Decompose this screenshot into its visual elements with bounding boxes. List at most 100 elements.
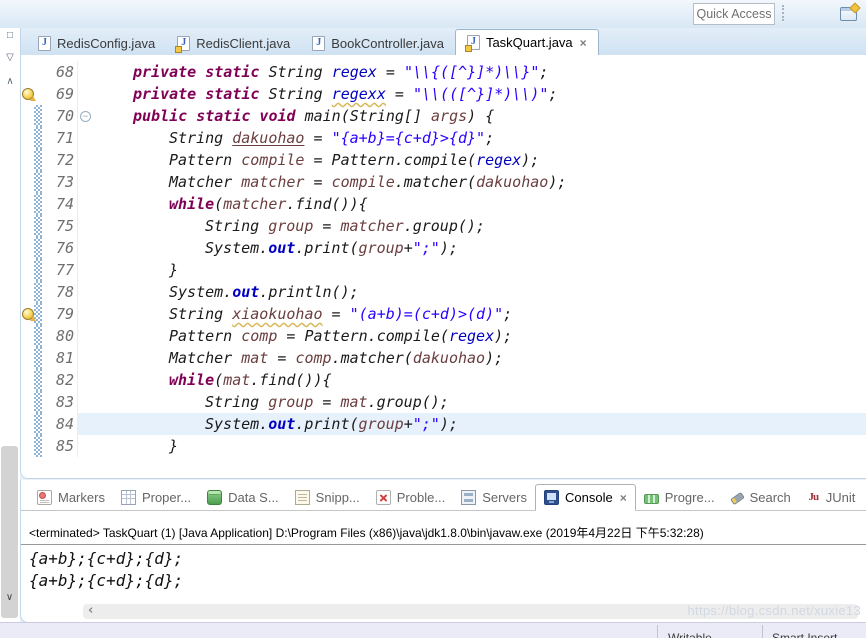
code-text: String group = matcher.group(); xyxy=(93,215,485,237)
fold-collapse-icon[interactable]: − xyxy=(80,111,91,122)
code-line[interactable]: 68private static String regex = "\\{([^}… xyxy=(21,61,866,83)
warning-bulb-icon[interactable] xyxy=(22,88,34,100)
code-line[interactable]: 81Matcher mat = comp.matcher(dakuohao); xyxy=(21,347,866,369)
code-token: ); xyxy=(440,415,458,433)
scroll-down-icon[interactable]: ∨ xyxy=(1,592,18,603)
fold-column xyxy=(78,193,93,215)
line-number[interactable]: 85 xyxy=(42,435,74,457)
scroll-left-icon[interactable]: ‹ xyxy=(88,604,93,618)
data-source-icon xyxy=(207,490,222,505)
code-line[interactable]: 82while(mat.find()){ xyxy=(21,369,866,391)
editor-tab-redisconfigjava[interactable]: JRedisConfig.java xyxy=(27,32,166,55)
code-token: ); xyxy=(494,327,512,345)
status-separator xyxy=(657,625,658,638)
warning-bulb-icon[interactable] xyxy=(22,308,34,320)
fold-column xyxy=(78,83,93,105)
console-output-line: {a+b};{c+d};{d}; xyxy=(29,548,866,570)
bottom-panel: MarkersProper...Data S...Snipp...Proble.… xyxy=(20,480,866,623)
change-bar xyxy=(34,391,42,413)
code-token: "\\{([^}]*)\\}" xyxy=(404,63,539,81)
close-icon[interactable]: × xyxy=(580,37,587,49)
change-bar xyxy=(34,259,42,281)
line-number[interactable]: 81 xyxy=(42,347,74,369)
code-line[interactable]: 69 private static String regexx = "\\(([^… xyxy=(21,83,866,105)
code-line[interactable]: 83String group = mat.group(); xyxy=(21,391,866,413)
close-icon[interactable]: × xyxy=(620,492,627,504)
bottom-tab-datas[interactable]: Data S... xyxy=(199,485,287,510)
bottom-tab-servers[interactable]: Servers xyxy=(453,485,535,510)
status-smart-insert: Smart Insert xyxy=(772,631,837,638)
line-number[interactable]: 68 xyxy=(42,61,74,83)
code-line[interactable]: 78System.out.println(); xyxy=(21,281,866,303)
quick-access-box[interactable]: Quick Access xyxy=(693,3,775,25)
line-number[interactable]: 73 xyxy=(42,171,74,193)
bottom-tab-markers[interactable]: Markers xyxy=(29,485,113,510)
code-line[interactable]: 73Matcher matcher = compile.matcher(daku… xyxy=(21,171,866,193)
line-number[interactable]: 69 xyxy=(42,83,74,105)
code-line[interactable]: 84 System.out.print(group+";"); xyxy=(21,413,866,435)
code-token: System. xyxy=(169,283,232,301)
change-bar xyxy=(34,303,42,325)
code-line[interactable]: 77} xyxy=(21,259,866,281)
code-line[interactable]: 74while(matcher.find()){ xyxy=(21,193,866,215)
bottom-tab-proper[interactable]: Proper... xyxy=(113,485,199,510)
code-token: System. xyxy=(205,239,268,257)
line-number[interactable]: 83 xyxy=(42,391,74,413)
code-token: String xyxy=(169,129,232,147)
code-token: public static void xyxy=(133,107,305,125)
status-separator xyxy=(762,625,763,638)
code-line[interactable]: 79String xiaokuohao = "(a+b)=(c+d)>(d)"; xyxy=(21,303,866,325)
code-token: comp xyxy=(241,327,277,345)
line-number[interactable]: 84 xyxy=(42,413,74,435)
change-bar xyxy=(34,61,42,83)
editor-tab-bookcontrollerjava[interactable]: JBookController.java xyxy=(301,32,455,55)
bottom-tab-console[interactable]: Console× xyxy=(535,484,636,511)
line-number[interactable]: 75 xyxy=(42,215,74,237)
code-line[interactable]: 70−public static void main(String[] args… xyxy=(21,105,866,127)
gutter-annotation xyxy=(21,127,34,149)
console-output[interactable]: {a+b};{c+d};{d};{a+b};{c+d};{d}; xyxy=(21,545,866,592)
open-perspective-icon[interactable] xyxy=(840,7,857,21)
fold-column xyxy=(78,127,93,149)
bottom-tab-search[interactable]: Search xyxy=(723,485,799,510)
code-text: System.out.print(group+";"); xyxy=(93,413,458,435)
code-text: private static String regexx = "\\(([^}]… xyxy=(93,83,557,105)
editor-body[interactable]: 68private static String regex = "\\{([^}… xyxy=(21,55,866,478)
code-line[interactable]: 72Pattern compile = Pattern.compile(rege… xyxy=(21,149,866,171)
code-line[interactable]: 85} xyxy=(21,435,866,457)
bottom-tab-snipp[interactable]: Snipp... xyxy=(287,485,368,510)
line-number[interactable]: 78 xyxy=(42,281,74,303)
fold-column xyxy=(78,259,93,281)
bottom-tab-proble[interactable]: Proble... xyxy=(368,485,453,510)
search-icon xyxy=(731,491,744,504)
line-number[interactable]: 74 xyxy=(42,193,74,215)
console-hscrollbar[interactable]: ‹ xyxy=(83,604,858,619)
line-number[interactable]: 77 xyxy=(42,259,74,281)
bottom-tab-progre[interactable]: Progre... xyxy=(636,485,723,510)
line-number[interactable]: 82 xyxy=(42,369,74,391)
view-menu-icon[interactable]: ▽ xyxy=(0,52,20,63)
code-token: mat xyxy=(223,371,250,389)
code-token: } xyxy=(169,437,178,455)
code-token: ); xyxy=(548,173,566,191)
editor-tab-redisclientjava[interactable]: JRedisClient.java xyxy=(166,32,301,55)
code-line[interactable]: 76System.out.print(group+";"); xyxy=(21,237,866,259)
line-number[interactable]: 72 xyxy=(42,149,74,171)
restore-view-icon[interactable]: □ xyxy=(0,30,20,41)
line-number[interactable]: 80 xyxy=(42,325,74,347)
line-number[interactable]: 76 xyxy=(42,237,74,259)
line-number[interactable]: 70 xyxy=(42,105,74,127)
code-token: private static xyxy=(133,85,268,103)
bottom-tab-junit[interactable]: JuJUnit xyxy=(799,485,864,510)
minimized-view-bar[interactable]: ∨ xyxy=(1,446,18,618)
scroll-up-icon[interactable]: ∧ xyxy=(0,76,20,87)
tab-label: RedisConfig.java xyxy=(57,36,155,51)
code-line[interactable]: 71String dakuohao = "{a+b}={c+d}>{d}"; xyxy=(21,127,866,149)
line-number[interactable]: 71 xyxy=(42,127,74,149)
line-number[interactable]: 79 xyxy=(42,303,74,325)
code-line[interactable]: 75 String group = matcher.group(); xyxy=(21,215,866,237)
editor-tab-taskquartjava[interactable]: JTaskQuart.java× xyxy=(455,29,599,56)
code-line[interactable]: 80Pattern comp = Pattern.compile(regex); xyxy=(21,325,866,347)
gutter-annotation xyxy=(21,435,34,457)
tab-label: Progre... xyxy=(665,490,715,505)
